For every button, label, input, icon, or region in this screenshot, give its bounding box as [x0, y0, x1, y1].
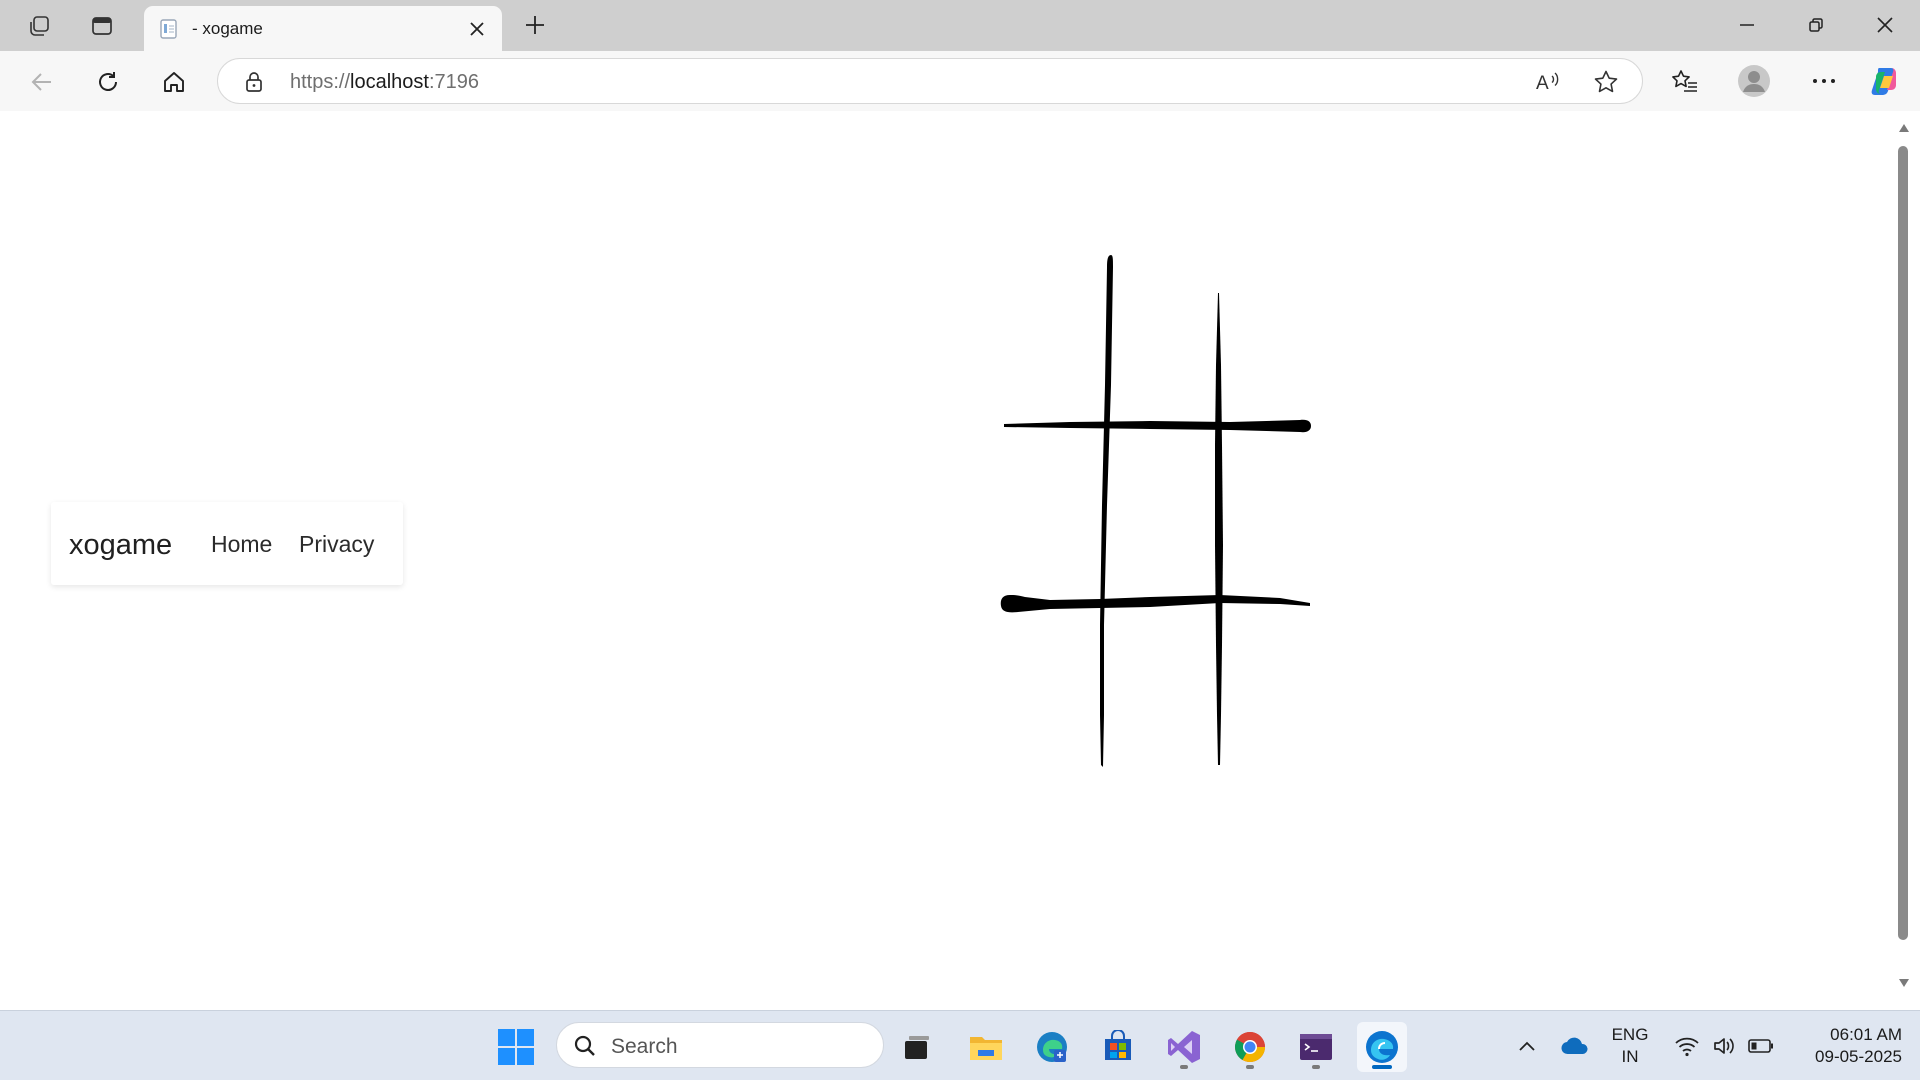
grid-line-horizontal-top: [1004, 419, 1311, 433]
search-icon: [573, 1034, 597, 1063]
visual-studio-icon[interactable]: [1159, 1022, 1209, 1072]
scroll-down-arrow-icon[interactable]: [1898, 978, 1910, 988]
file-explorer-icon[interactable]: [961, 1022, 1011, 1072]
browser-toolbar: https://localhost:7196 A: [0, 51, 1920, 111]
clock-time: 06:01 AM: [1830, 1025, 1902, 1044]
onedrive-cloud-icon[interactable]: [1558, 1011, 1592, 1080]
tictactoe-board[interactable]: [990, 245, 1340, 775]
scroll-up-arrow-icon[interactable]: [1898, 123, 1910, 133]
edge-icon[interactable]: [1357, 1022, 1407, 1072]
tab-actions-icon[interactable]: [85, 9, 119, 43]
back-icon[interactable]: [23, 63, 61, 101]
grid-line-vertical-right: [1215, 293, 1223, 765]
tab-close-button[interactable]: [464, 16, 490, 42]
more-icon[interactable]: [1804, 61, 1844, 101]
home-icon[interactable]: [155, 63, 193, 101]
search-placeholder: Search: [611, 1035, 678, 1058]
new-tab-button[interactable]: [518, 8, 552, 42]
lock-icon[interactable]: [244, 71, 264, 98]
chrome-icon[interactable]: [1225, 1022, 1275, 1072]
copilot-icon[interactable]: [1866, 61, 1906, 101]
start-windows-icon[interactable]: [497, 1028, 535, 1066]
site-navbar: xogame Home Privacy: [51, 502, 403, 585]
svg-text:A: A: [1536, 73, 1549, 94]
microsoft-store-icon[interactable]: [1093, 1022, 1143, 1072]
edge-dev-icon[interactable]: [1027, 1022, 1077, 1072]
input-language-indicator[interactable]: ENG IN: [1608, 1024, 1652, 1068]
favorite-star-icon[interactable]: [1592, 68, 1620, 96]
url-text[interactable]: https://localhost:7196: [290, 71, 479, 94]
address-bar[interactable]: https://localhost:7196 A: [217, 58, 1643, 104]
restore-icon[interactable]: [1788, 6, 1844, 44]
profile-icon[interactable]: [1734, 61, 1774, 101]
scrollbar-thumb[interactable]: [1898, 146, 1908, 940]
system-clock[interactable]: 06:01 AM 09-05-2025: [1786, 1024, 1902, 1068]
task-view-icon[interactable]: [892, 1022, 942, 1072]
clock-date: 09-05-2025: [1815, 1047, 1902, 1066]
taskbar-search-box[interactable]: Search: [556, 1022, 884, 1068]
region-code: IN: [1621, 1047, 1639, 1066]
browser-tab[interactable]: - xogame: [144, 6, 502, 51]
wifi-icon[interactable]: [1672, 1011, 1702, 1080]
grid-line-vertical-left: [1100, 255, 1113, 767]
show-hidden-icons-chevron-icon[interactable]: [1513, 1011, 1541, 1080]
tab-title: - xogame: [192, 19, 263, 38]
terminal-icon[interactable]: [1291, 1022, 1341, 1072]
nav-link-home[interactable]: Home: [211, 531, 272, 558]
windows-taskbar: Search ENG IN 06:01 AM 09-05-2025: [0, 1010, 1920, 1080]
page-favicon-icon: [158, 18, 180, 40]
navbar-brand[interactable]: xogame: [69, 529, 172, 562]
browser-titlebar: - xogame: [0, 0, 1920, 51]
minimize-icon[interactable]: [1719, 6, 1775, 44]
battery-icon[interactable]: [1746, 1011, 1776, 1080]
close-window-icon[interactable]: [1857, 6, 1913, 44]
language-code: ENG: [1611, 1025, 1649, 1044]
workspaces-icon[interactable]: [22, 9, 56, 43]
nav-link-privacy[interactable]: Privacy: [299, 531, 374, 558]
grid-line-horizontal-bottom: [1000, 595, 1310, 613]
volume-icon[interactable]: [1710, 1011, 1740, 1080]
refresh-icon[interactable]: [89, 63, 127, 101]
read-aloud-icon[interactable]: A: [1534, 68, 1562, 96]
favorites-icon[interactable]: [1665, 61, 1705, 101]
